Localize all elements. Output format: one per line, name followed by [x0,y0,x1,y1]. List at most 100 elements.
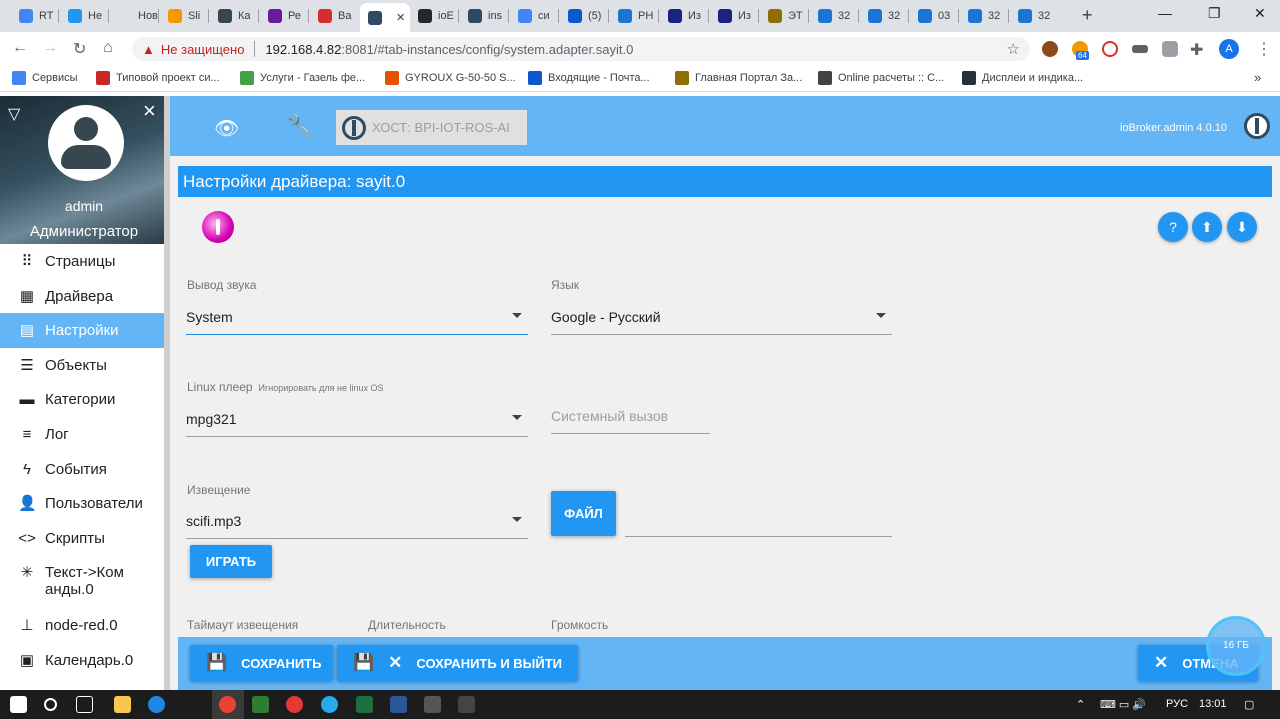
bookmark-item[interactable]: Сервисы [12,71,78,85]
chrome-icon[interactable] [219,696,236,713]
tab-separator [608,9,609,23]
browser-tab[interactable]: 03 [910,4,958,28]
host-selector[interactable]: ХОСТ: BPI-IOT-ROS-AI [336,110,527,145]
search-icon[interactable] [44,698,57,711]
save-and-exit-button[interactable]: 💾 ✕ СОХРАНИТЬ И ВЫЙТИ [337,645,578,681]
sidebar-item[interactable]: <> Скрипты [0,521,164,556]
sidebar-item-label: Объекты [45,356,107,374]
sidebar-item[interactable]: ▦ Драйвера [0,279,164,314]
sidebar-item[interactable]: ϟ События [0,452,164,487]
sidebar-item[interactable]: ✳ Текст->Команды.0 [0,555,164,608]
home-icon[interactable]: ⌂ [103,39,113,57]
extensions-puzzle-icon[interactable]: ✚ [1190,40,1203,60]
collapse-triangle-icon[interactable]: ▽ [8,104,20,124]
play-button[interactable]: ИГРАТЬ [190,545,272,578]
7zip-icon[interactable] [424,696,441,713]
browser-tab[interactable]: Не [60,4,108,28]
word-icon[interactable] [390,696,407,713]
browser-tab[interactable]: Ва [310,4,358,28]
language-select[interactable]: Google - Русский [551,301,892,335]
close-window-button[interactable]: ✕ [1254,5,1266,22]
adblock-icon[interactable] [1102,41,1118,57]
file-path-input[interactable] [625,503,892,537]
browser-tab[interactable]: ✕ [360,3,410,32]
profile-avatar[interactable]: A [1219,39,1239,59]
tray-icons[interactable]: ⌨ ▭ 🔊 [1100,698,1146,711]
extension-icon[interactable] [1132,45,1148,53]
browser-tab[interactable]: Из [660,4,708,28]
browser-tab[interactable]: (5) [560,4,608,28]
sidebar-item[interactable]: 👤 Пользователи [0,486,164,521]
bookmark-item[interactable]: Online расчеты :: С... [818,71,944,85]
save-button[interactable]: 💾 СОХРАНИТЬ [190,645,333,681]
browser-tab[interactable]: Ка [210,4,258,28]
bookmark-item[interactable]: Типовой проект си... [96,71,220,85]
browser-tab[interactable]: си [510,4,558,28]
notification-select[interactable]: scifi.mp3 [186,505,528,539]
yandex-icon[interactable] [286,696,303,713]
new-tab-button[interactable]: + [1082,5,1093,26]
upload-icon[interactable]: ⬆ [1192,212,1222,242]
sidebar-item[interactable]: ⊥ node-red.0 [0,608,164,643]
browser-tab[interactable]: 32 [1010,4,1058,28]
player-label-text: Linux плеер [187,380,253,394]
menu-kebab-icon[interactable]: ⋮ [1256,39,1272,59]
windows-start-icon[interactable] [10,696,27,713]
wrench-icon[interactable]: 🔧 [286,113,313,139]
sidebar-item[interactable]: ⠿ Страницы [0,244,164,279]
shield-icon[interactable] [1162,41,1178,57]
sidebar-item[interactable]: ▣ Календарь.0 [0,643,164,678]
bookmark-star-icon[interactable]: ☆ [1007,40,1020,58]
bookmark-item[interactable]: Услуги - Газель фе... [240,71,365,85]
tray-chevron-icon[interactable]: ⌃ [1076,698,1085,711]
minimize-button[interactable]: — [1158,5,1172,21]
address-bar[interactable]: ▲ Не защищено 192.168.4.82:8081/#tab-ins… [132,37,1030,61]
language-indicator[interactable]: РУС [1166,698,1188,710]
eye-icon[interactable]: 👁 [214,116,239,141]
close-sidebar-icon[interactable]: × [143,98,156,124]
bookmark-item[interactable]: Входящие - Почта... [528,71,650,85]
task-view-icon[interactable] [76,696,93,713]
file-button[interactable]: ФАЙЛ [551,491,616,536]
browser-tab[interactable]: Из [710,4,758,28]
browser-tab[interactable]: Sli [160,4,208,28]
browser-tab[interactable]: 32 [810,4,858,28]
system-call-input[interactable]: Системный вызов [551,400,710,434]
forward-icon[interactable]: → [42,39,58,57]
tab-label: Не [88,10,103,22]
notifications-icon[interactable]: ▢ [1244,698,1254,711]
output-select[interactable]: System [186,301,528,335]
clock[interactable]: 13:01 [1199,698,1227,710]
telegram-icon[interactable] [321,696,338,713]
back-icon[interactable]: ← [12,39,28,57]
browser-tab[interactable]: RT [11,4,59,28]
app-icon[interactable] [252,696,269,713]
browser-tab[interactable]: Новая [110,4,158,28]
sidebar-item[interactable]: ☰ Объекты [0,348,164,383]
edge-icon[interactable] [148,696,165,713]
browser-tab[interactable]: ioE [410,4,458,28]
browser-tab[interactable]: ins [460,4,508,28]
browser-tab[interactable]: ЭТ [760,4,808,28]
bookmarks-more-button[interactable]: » [1254,70,1261,85]
reload-icon[interactable]: ↻ [73,39,86,59]
close-tab-icon[interactable]: ✕ [396,11,405,24]
sidebar-item[interactable]: ▤ Настройки [0,313,164,348]
browser-tab[interactable]: 32 [960,4,1008,28]
browser-tab[interactable]: Ре [260,4,308,28]
extension-icon[interactable] [1042,41,1058,57]
bookmark-item[interactable]: GYROUX G-50-50 S... [385,71,516,85]
sidebar-item[interactable]: ≡ Лог [0,417,164,452]
browser-tab[interactable]: РН [610,4,658,28]
network-app-icon[interactable] [458,696,475,713]
help-button[interactable]: ? [1158,212,1188,242]
bookmark-item[interactable]: Главная Портал За... [675,71,802,85]
browser-tab[interactable]: 32 [860,4,908,28]
player-select[interactable]: mpg321 [186,403,528,437]
excel-icon[interactable] [356,696,373,713]
download-icon[interactable]: ⬇ [1227,212,1257,242]
bookmark-item[interactable]: Дисплеи и индика... [962,71,1083,85]
maximize-button[interactable]: ❐ [1208,5,1221,22]
file-explorer-icon[interactable] [114,696,131,713]
sidebar-item[interactable]: ▬ Категории [0,382,164,417]
